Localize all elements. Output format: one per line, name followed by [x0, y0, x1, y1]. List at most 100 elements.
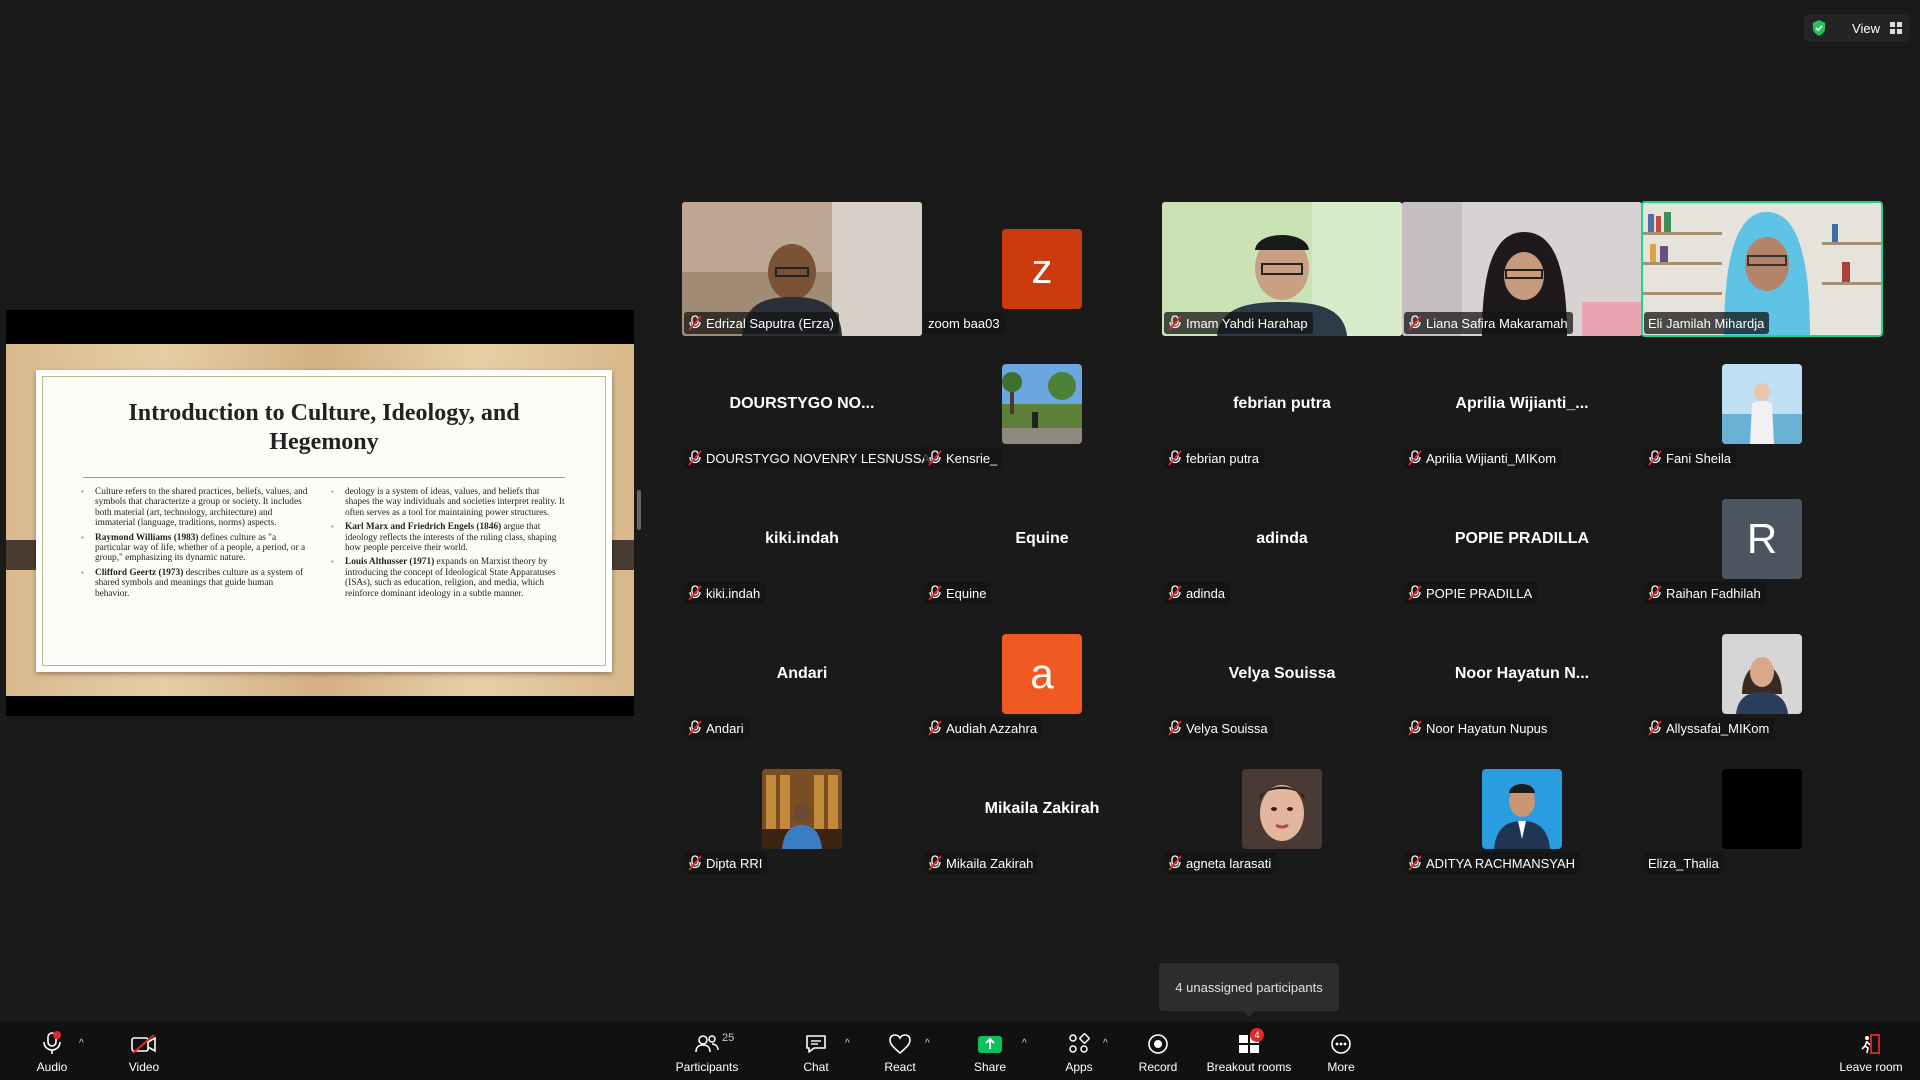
participant-name: Liana Safira Makaramah	[1426, 315, 1568, 331]
participant-name-label: Dipta RRI	[684, 852, 768, 874]
participant-name-label: Aprilia Wijianti_MIKom	[1404, 447, 1562, 469]
react-options-caret[interactable]: ^	[925, 1038, 930, 1049]
grid-view-icon	[1890, 22, 1902, 34]
leave-room-button[interactable]: Leave room	[1838, 1022, 1904, 1080]
participants-button[interactable]: Participants 25	[672, 1022, 742, 1080]
chat-icon	[806, 1035, 826, 1053]
audio-options-caret[interactable]: ^	[79, 1038, 84, 1049]
participant-name: Eliza_Thalia	[1648, 855, 1719, 871]
participant-tile[interactable]: Liana Safira Makaramah	[1402, 202, 1642, 336]
participant-display-name: Mikaila Zakirah	[984, 800, 1100, 817]
participant-name: febrian putra	[1186, 450, 1259, 466]
react-button[interactable]: React	[882, 1022, 918, 1080]
participant-display-name: Noor Hayatun N...	[1454, 665, 1590, 682]
video-label: Video	[128, 1060, 160, 1074]
shared-screen[interactable]: Introduction to Culture, Ideology, and H…	[6, 310, 634, 716]
participant-tile[interactable]: Fani Sheila	[1642, 337, 1882, 471]
participant-name-label: Equine	[924, 582, 992, 604]
chat-button[interactable]: Chat	[800, 1022, 832, 1080]
participant-name: Mikaila Zakirah	[946, 855, 1034, 871]
participant-tile[interactable]: febrian putra febrian putra	[1162, 337, 1402, 471]
audio-button[interactable]: Audio	[34, 1022, 70, 1080]
slide-bullet: Raymond Williams (1983) defines culture …	[81, 533, 309, 564]
mic-muted-icon	[928, 720, 942, 736]
participant-name: agneta larasati	[1186, 855, 1272, 871]
mic-muted-icon	[1648, 720, 1662, 736]
breakout-rooms-button[interactable]: Breakout rooms 4	[1204, 1022, 1294, 1080]
participant-tile[interactable]: Velya Souissa Velya Souissa	[1162, 607, 1402, 741]
participant-name: Fani Sheila	[1666, 450, 1732, 466]
participant-tile[interactable]: Equine Equine	[922, 472, 1162, 606]
participant-display-name: adinda	[1256, 530, 1308, 547]
participant-tile[interactable]: Eli Jamilah Mihardja	[1641, 201, 1883, 337]
participant-tile[interactable]: ADITYA RACHMANSYAH	[1402, 742, 1642, 876]
participant-tile[interactable]: z zoom baa03	[922, 202, 1162, 336]
view-label[interactable]: View	[1852, 21, 1880, 36]
participant-tile[interactable]: agneta larasati	[1162, 742, 1402, 876]
participant-avatar	[1002, 364, 1082, 444]
participant-name-label: Imam Yahdi Harahap	[1164, 312, 1313, 334]
view-control[interactable]: View	[1804, 14, 1910, 42]
participant-tile[interactable]: Dipta RRI	[682, 742, 922, 876]
participant-name-label: Liana Safira Makaramah	[1404, 312, 1573, 334]
participant-tile[interactable]: adinda adinda	[1162, 472, 1402, 606]
participant-name-label: Velya Souissa	[1164, 717, 1273, 739]
participant-display-name: Andari	[776, 665, 828, 682]
share-button[interactable]: Share	[972, 1022, 1008, 1080]
mic-muted-icon	[1408, 585, 1422, 601]
participant-name: ADITYA RACHMANSYAH	[1426, 855, 1576, 871]
participant-name: Noor Hayatun Nupus	[1426, 720, 1548, 736]
participant-tile[interactable]: Eliza_Thalia	[1642, 742, 1882, 876]
resize-handle[interactable]	[637, 490, 641, 530]
participant-name-label: Mikaila Zakirah	[924, 852, 1039, 874]
participant-name-label: Noor Hayatun Nupus	[1404, 717, 1553, 739]
mic-muted-icon	[688, 315, 702, 331]
participant-tile[interactable]: kiki.indah kiki.indah	[682, 472, 922, 606]
participant-tile[interactable]: a Audiah Azzahra	[922, 607, 1162, 741]
participant-display-name: Aprilia Wijianti_...	[1455, 395, 1589, 412]
participant-display-name: kiki.indah	[765, 530, 839, 547]
share-options-caret[interactable]: ^	[1022, 1038, 1027, 1049]
participant-avatar	[1242, 769, 1322, 849]
apps-options-caret[interactable]: ^	[1103, 1038, 1108, 1049]
mic-muted-icon	[928, 585, 942, 601]
participant-tile[interactable]: Allyssafai_MIKom	[1642, 607, 1882, 741]
presentation-slide: Introduction to Culture, Ideology, and H…	[6, 344, 634, 696]
participant-name-label: kiki.indah	[684, 582, 766, 604]
participant-avatar	[1722, 364, 1802, 444]
participant-tile[interactable]: R Raihan Fadhilah	[1642, 472, 1882, 606]
participant-tile[interactable]: Noor Hayatun N... Noor Hayatun Nupus	[1402, 607, 1642, 741]
participant-tile[interactable]: Mikaila Zakirah Mikaila Zakirah	[922, 742, 1162, 876]
mic-muted-icon	[1648, 585, 1662, 601]
slide-bullet: Clifford Geertz (1973) describes culture…	[81, 568, 309, 599]
video-button[interactable]: Video	[124, 1022, 164, 1080]
participant-tile[interactable]: Aprilia Wijianti_... Aprilia Wijianti_MIK…	[1402, 337, 1642, 471]
participant-tile[interactable]: Andari Andari	[682, 607, 922, 741]
participant-name-label: Fani Sheila	[1644, 447, 1737, 469]
leave-room-label: Leave room	[1839, 1060, 1903, 1074]
unassigned-tooltip: 4 unassigned participants	[1159, 963, 1339, 1017]
participant-tile[interactable]: POPIE PRADILLA POPIE PRADILLA	[1402, 472, 1642, 606]
slide-title: Introduction to Culture, Ideology, and H…	[128, 400, 520, 455]
participant-display-name: DOURSTYGO NO...	[729, 395, 875, 412]
participant-name-label: DOURSTYGO NOVENRY LESNUSSA	[684, 447, 936, 469]
react-label: React	[884, 1060, 916, 1074]
participant-tile[interactable]: DOURSTYGO NO... DOURSTYGO NOVENRY LESNUSS…	[682, 337, 936, 471]
chat-label: Chat	[803, 1060, 829, 1074]
video-off-icon	[131, 1034, 156, 1054]
avatar-letter: z	[1031, 245, 1053, 292]
participant-tile[interactable]: Edrizal Saputra (Erza)	[682, 202, 922, 336]
participant-name: POPIE PRADILLA	[1426, 585, 1533, 601]
more-button[interactable]: More	[1324, 1022, 1358, 1080]
participant-name: Eli Jamilah Mihardja	[1648, 315, 1765, 331]
participant-name: adinda	[1186, 585, 1226, 601]
apps-button[interactable]: Apps	[1064, 1022, 1094, 1080]
participant-name: Velya Souissa	[1186, 720, 1268, 736]
chat-options-caret[interactable]: ^	[845, 1038, 850, 1049]
participant-tile[interactable]: Imam Yahdi Harahap	[1162, 202, 1402, 336]
mic-muted-icon	[1408, 855, 1422, 871]
record-button[interactable]: Record	[1138, 1022, 1178, 1080]
participant-tile[interactable]: Kensrie_	[922, 337, 1162, 471]
participant-count: 25	[722, 1032, 735, 1044]
slide-column-right: deology is a system of ideas, values, an…	[331, 487, 565, 603]
